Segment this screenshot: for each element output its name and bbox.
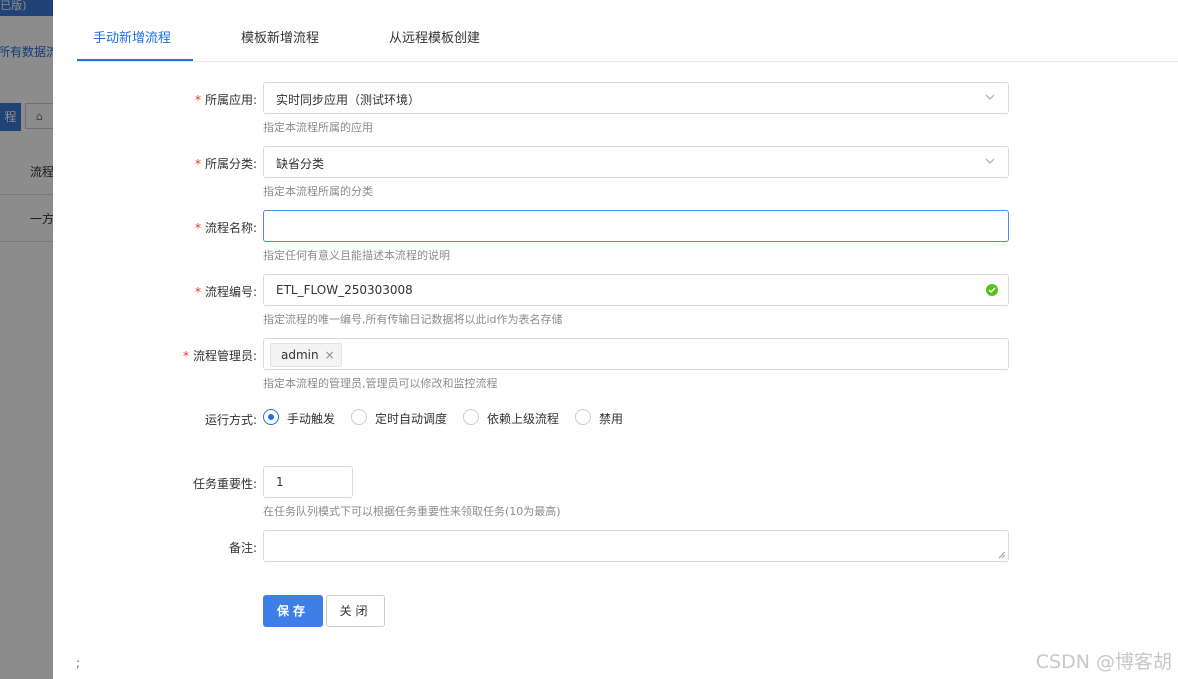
priority-value: 1	[276, 475, 284, 489]
priority-input[interactable]: 1	[263, 466, 353, 498]
watermark: CSDN @博客胡	[1035, 651, 1172, 673]
flow-name-input[interactable]	[263, 210, 1009, 242]
category-label: * 所属分类:	[195, 155, 257, 172]
save-button[interactable]: 保存	[263, 595, 323, 627]
category-label-text: 所属分类:	[204, 157, 257, 171]
code-label-text: 流程编号:	[204, 285, 257, 299]
flow-code-input[interactable]: ETL_FLOW_250303008	[263, 274, 1009, 306]
category-select-value: 缺省分类	[276, 157, 325, 171]
tab-template-create[interactable]: 模板新增流程	[241, 27, 319, 46]
required-mark: *	[194, 93, 201, 107]
required-mark: *	[194, 221, 201, 235]
tab-bar: 手动新增流程 模板新增流程 从远程模板创建	[77, 0, 1178, 62]
remark-textarea[interactable]	[263, 530, 1009, 562]
required-mark: *	[194, 285, 201, 299]
radio-label: 依赖上级流程	[487, 412, 560, 426]
close-button[interactable]: 关闭	[326, 595, 385, 627]
name-label-text: 流程名称:	[204, 221, 257, 235]
radio-unchecked-icon	[575, 409, 591, 425]
radio-label: 手动触发	[287, 412, 336, 426]
category-help: 指定本流程所属的分类	[263, 185, 373, 198]
resize-handle-icon[interactable]	[998, 551, 1006, 559]
active-tab-indicator	[77, 59, 193, 61]
remark-label: 备注:	[228, 541, 257, 555]
tab-manual-create[interactable]: 手动新增流程	[93, 27, 171, 46]
radio-checked-icon	[263, 409, 279, 425]
priority-label: 任务重要性:	[192, 477, 257, 491]
code-help: 指定流程的唯一编号,所有传输日记数据将以此id作为表名存储	[263, 313, 563, 326]
required-mark: *	[194, 157, 201, 171]
stray-semicolon: ;	[76, 656, 81, 670]
radio-label: 定时自动调度	[375, 412, 448, 426]
drawer-panel: 手动新增流程 模板新增流程 从远程模板创建 * 所属应用: 实时同步应用（测试环境…	[53, 0, 1178, 679]
required-mark: *	[182, 349, 189, 363]
admin-tag-text: admin	[281, 348, 319, 362]
admin-tag: admin ×	[270, 343, 342, 367]
admin-label-text: 流程管理员:	[192, 349, 257, 363]
modal-mask[interactable]	[0, 0, 53, 679]
admin-tag-input[interactable]: admin ×	[263, 338, 1009, 370]
category-select[interactable]: 缺省分类	[263, 146, 1009, 178]
name-label: * 流程名称:	[195, 219, 257, 236]
app-label: * 所属应用:	[195, 91, 257, 108]
flow-code-value: ETL_FLOW_250303008	[276, 283, 413, 297]
app-select[interactable]: 实时同步应用（测试环境）	[263, 82, 1009, 114]
code-label: * 流程编号:	[195, 283, 257, 300]
app-label-text: 所属应用:	[204, 93, 257, 107]
app-help: 指定本流程所属的应用	[263, 121, 373, 134]
run-mode-label: 运行方式:	[204, 413, 257, 427]
name-help: 指定任何有意义且能描述本流程的说明	[263, 249, 450, 262]
background-page: (已版) 所有数据流 程 ⌂ 流程 一方	[0, 0, 53, 679]
radio-unchecked-icon	[463, 409, 479, 425]
priority-help: 在任务队列模式下可以根据任务重要性来领取任务(10为最高)	[263, 505, 561, 518]
radio-unchecked-icon	[351, 409, 367, 425]
admin-label: * 流程管理员:	[183, 347, 257, 364]
radio-label: 禁用	[599, 412, 624, 426]
close-icon[interactable]: ×	[325, 348, 335, 362]
check-circle-icon	[986, 284, 998, 296]
admin-help: 指定本流程的管理员,管理员可以修改和监控流程	[263, 377, 498, 390]
chevron-down-icon	[985, 158, 995, 164]
chevron-down-icon	[985, 94, 995, 100]
tab-remote-template-create[interactable]: 从远程模板创建	[389, 27, 480, 46]
app-select-value: 实时同步应用（测试环境）	[276, 93, 421, 107]
